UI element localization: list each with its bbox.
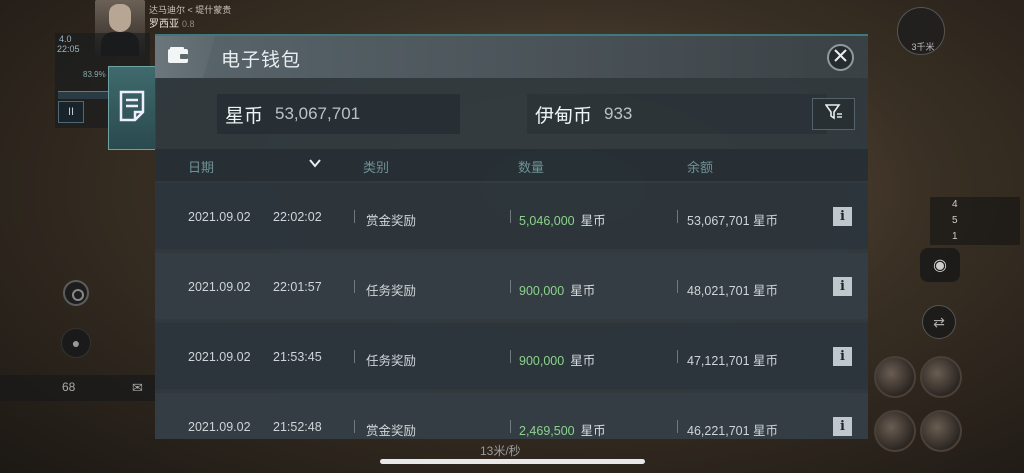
table-row: 2021.09.02 22:02:02 赏金奖励 5,046,000 星币 53,… <box>155 183 868 249</box>
row-category: 任务奖励 <box>366 284 417 298</box>
target-circle-icon[interactable] <box>63 280 89 306</box>
amount-value: 900,000 <box>519 284 565 298</box>
divider <box>677 280 678 293</box>
filter-button[interactable] <box>812 98 855 130</box>
divider <box>354 210 355 223</box>
row-date: 2021.09.02 <box>188 280 251 294</box>
module-slot[interactable] <box>920 356 962 398</box>
row-category: 赏金奖励 <box>366 424 417 438</box>
module-slot[interactable] <box>874 356 916 398</box>
wallet-panel: 电子钱包 星币 53,067,701 伊甸币 933 日期 类别 数量 余额 2… <box>155 34 868 439</box>
header-amount: 数量 <box>518 160 545 175</box>
status-percent: 83.9% <box>83 70 106 79</box>
row-amount: 900,000 星币 <box>519 280 595 299</box>
divider <box>510 420 511 433</box>
header-date[interactable]: 日期 <box>188 157 214 176</box>
row-category: 任务奖励 <box>366 354 417 368</box>
mail-icon[interactable]: ✉ <box>132 380 143 396</box>
chat-bar[interactable]: 68 ✉ <box>0 375 156 401</box>
info-icon[interactable]: i <box>833 277 852 296</box>
divider <box>677 420 678 433</box>
filter-icon <box>823 103 843 125</box>
amount-value: 2,469,500 <box>519 424 575 438</box>
divider <box>354 280 355 293</box>
row-balance: 46,221,701 星币 <box>687 424 779 438</box>
balance-row: 星币 53,067,701 伊甸币 933 <box>155 84 868 140</box>
portrait-face <box>109 4 131 32</box>
row-time: 22:01:57 <box>273 280 322 294</box>
chevron-down-icon[interactable] <box>309 156 321 171</box>
stat-1: 4 <box>952 199 958 210</box>
pause-button[interactable]: II <box>58 101 84 123</box>
overview-stats[interactable]: 4 5 1 <box>930 197 1020 245</box>
speed-readout: 13米/秒 <box>480 444 521 458</box>
table-row: 2021.09.02 21:53:45 任务奖励 900,000 星币 47,12… <box>155 323 868 389</box>
row-time: 21:52:48 <box>273 420 322 434</box>
isk-value: 933 <box>604 104 633 123</box>
stat-3: 1 <box>952 231 958 242</box>
row-date: 2021.09.02 <box>188 210 251 224</box>
divider <box>510 210 511 223</box>
module-slot[interactable] <box>874 410 916 452</box>
swap-icon[interactable]: ⇄ <box>922 305 956 339</box>
row-amount: 2,469,500 星币 <box>519 420 606 439</box>
status-a: 4.0 <box>59 34 72 44</box>
isk-label: 伊甸币 <box>535 105 593 127</box>
status-time: 22:05 <box>57 44 80 54</box>
amount-value: 5,046,000 <box>519 214 575 228</box>
amount-value: 900,000 <box>519 354 565 368</box>
stat-2: 5 <box>952 215 958 226</box>
divider <box>354 420 355 433</box>
page-title: 电子钱包 <box>221 50 302 71</box>
row-amount: 900,000 星币 <box>519 350 595 369</box>
row-amount: 5,046,000 星币 <box>519 210 606 229</box>
divider <box>677 350 678 363</box>
row-balance: 47,121,701 星币 <box>687 354 779 368</box>
star-coin-label: 星币 <box>225 105 264 127</box>
wallet-side-tab[interactable] <box>108 66 156 150</box>
target-label: 3千米 <box>903 42 943 53</box>
star-coin-balance: 星币 53,067,701 <box>217 94 460 134</box>
table-row: 2021.09.02 22:01:57 任务奖励 900,000 星币 48,02… <box>155 253 868 319</box>
target-distance: 3千米 <box>911 42 935 52</box>
info-icon[interactable]: i <box>833 207 852 226</box>
region-name: 罗西亚 <box>149 19 179 30</box>
row-time: 22:02:02 <box>273 210 322 224</box>
row-balance: 53,067,701 星币 <box>687 214 779 228</box>
document-icon <box>119 90 145 127</box>
wallet-icon <box>167 46 189 69</box>
info-icon[interactable]: i <box>833 417 852 436</box>
row-balance: 48,021,701 星币 <box>687 284 779 298</box>
info-icon[interactable]: i <box>833 347 852 366</box>
close-button[interactable] <box>827 44 854 71</box>
divider <box>677 210 678 223</box>
isk-balance: 伊甸币 933 <box>527 94 827 134</box>
home-indicator[interactable] <box>380 459 645 464</box>
amount-unit: 星币 <box>580 214 606 228</box>
star-coin-value: 53,067,701 <box>275 104 361 123</box>
person-icon[interactable]: ● <box>61 328 91 358</box>
eye-icon[interactable]: ◉ <box>920 248 960 282</box>
row-date: 2021.09.02 <box>188 350 251 364</box>
header-balance: 余额 <box>687 160 714 175</box>
row-date: 2021.09.02 <box>188 420 251 434</box>
row-time: 21:53:45 <box>273 350 322 364</box>
amount-unit: 星币 <box>570 284 596 298</box>
divider <box>510 350 511 363</box>
table-row: 2021.09.02 21:52:48 赏金奖励 2,469,500 星币 46,… <box>155 393 868 439</box>
divider <box>510 280 511 293</box>
divider <box>354 350 355 363</box>
header-category: 类别 <box>363 160 390 175</box>
table-header: 日期 类别 数量 余额 <box>155 149 868 181</box>
module-slot[interactable] <box>920 410 962 452</box>
close-icon <box>834 48 847 67</box>
wallet-header: 电子钱包 <box>155 36 868 78</box>
region-label: 罗西亚 0.8 <box>149 15 195 30</box>
amount-unit: 星币 <box>580 424 606 438</box>
row-category: 赏金奖励 <box>366 214 417 228</box>
amount-unit: 星币 <box>570 354 596 368</box>
security-status: 0.8 <box>182 19 195 29</box>
chat-count: 68 <box>62 380 76 394</box>
